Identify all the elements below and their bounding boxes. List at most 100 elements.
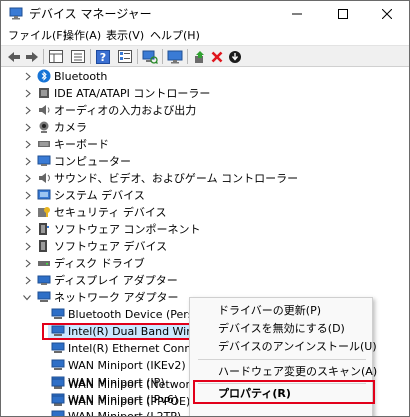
minimize-icon <box>292 13 302 15</box>
tree-category-label: サウンド、ビデオ、およびゲーム コントローラー <box>54 172 299 185</box>
tree-device-label: WAN Miniport (IKEv2) <box>68 359 186 372</box>
update-driver-button[interactable] <box>191 48 209 65</box>
tree-category-camera[interactable]: カメラ <box>1 119 409 136</box>
download-icon <box>229 50 241 63</box>
minimize-button[interactable] <box>275 1 319 27</box>
speaker-icon <box>39 105 50 115</box>
toolbar-separator <box>137 49 138 64</box>
chevron-right-icon[interactable] <box>24 259 32 268</box>
ctx-uninstall-device[interactable]: デバイスのアンインストール(U) <box>218 339 377 355</box>
device-manager-icon <box>9 7 23 20</box>
help-icon: ? <box>96 49 110 64</box>
tree-category-computer[interactable]: コンピューター <box>1 153 409 170</box>
menu-help[interactable]: ヘルプ(H) <box>150 28 200 44</box>
close-button[interactable] <box>365 1 409 27</box>
tree-category-keyboard[interactable]: キーボード <box>1 136 409 153</box>
chevron-right-icon[interactable] <box>24 106 32 115</box>
details-view-icon <box>118 50 132 63</box>
menu-file[interactable]: ファイル(F) <box>8 28 67 44</box>
title-bar[interactable]: デバイス マネージャー <box>1 1 409 27</box>
ctx-disable-device[interactable]: デバイスを無効にする(D) <box>218 321 345 337</box>
chevron-right-icon[interactable] <box>24 123 32 132</box>
details-view-button[interactable] <box>116 48 134 65</box>
chevron-right-icon[interactable] <box>24 157 32 166</box>
tree-category-label: コンピューター <box>54 155 131 168</box>
chevron-right-icon[interactable] <box>24 208 32 217</box>
menu-action[interactable]: 操作(A) <box>63 28 101 44</box>
scan-hardware-button[interactable] <box>141 48 159 65</box>
forward-arrow-icon <box>26 51 38 62</box>
tree-category-label: IDE ATA/ATAPI コントローラー <box>54 87 211 100</box>
tree-device-label: WAN Miniport (PPPOE) <box>68 395 191 408</box>
disk-drive-icon <box>38 261 50 266</box>
uninstall-x-icon <box>211 51 223 62</box>
network-adapter-icon <box>51 325 65 336</box>
tree-category-software-components[interactable]: ソフトウェア コンポーネント <box>1 221 409 238</box>
tree-category-label: カメラ <box>54 121 87 134</box>
ctx-scan-hardware[interactable]: ハードウェア変更のスキャン(A) <box>218 364 377 380</box>
tree-category-system-devices[interactable]: システム デバイス <box>1 187 409 204</box>
maximize-icon <box>338 9 348 19</box>
tree-category-display-adapters[interactable]: ディスプレイ アダプター <box>1 272 409 289</box>
ctx-properties[interactable]: プロパティ(R) <box>218 386 291 402</box>
svg-text:?: ? <box>100 51 106 64</box>
window-title: デバイス マネージャー <box>29 7 152 21</box>
display-adapter-icon <box>37 275 51 285</box>
network-adapter-icon <box>51 342 65 353</box>
back-button[interactable] <box>5 48 23 65</box>
monitor-button[interactable] <box>166 48 184 65</box>
chevron-right-icon[interactable] <box>24 72 32 81</box>
chevron-right-icon[interactable] <box>24 191 32 200</box>
chevron-right-icon[interactable] <box>24 242 32 251</box>
toolbar-separator <box>162 49 163 64</box>
chevron-down-icon[interactable] <box>23 293 31 302</box>
tree-category-ide[interactable]: IDE ATA/ATAPI コントローラー <box>1 85 409 102</box>
tree-category-audio-io[interactable]: オーディオの入力および出力 <box>1 102 409 119</box>
software-component-icon <box>39 223 49 235</box>
keyboard-icon <box>38 141 50 147</box>
chevron-right-icon[interactable] <box>24 225 32 234</box>
computer-scan-icon <box>142 50 158 64</box>
maximize-button[interactable] <box>321 1 365 27</box>
camera-icon <box>39 121 49 133</box>
tree-category-label: ソフトウェア デバイス <box>54 240 168 253</box>
toolbar-separator <box>90 49 91 64</box>
tree-category-label: Bluetooth <box>54 70 108 83</box>
ctx-update-driver[interactable]: ドライバーの更新(P) <box>218 303 321 319</box>
tree-category-bluetooth[interactable]: Bluetooth <box>1 68 409 85</box>
network-adapter-icon <box>51 359 65 370</box>
sound-icon <box>39 173 50 183</box>
list-view-button[interactable] <box>69 48 87 65</box>
forward-button[interactable] <box>23 48 41 65</box>
tree-category-software-devices[interactable]: ソフトウェア デバイス <box>1 238 409 255</box>
tree-category-security-devices[interactable]: セキュリティ デバイス <box>1 204 409 221</box>
tree-category-sound-video-game[interactable]: サウンド、ビデオ、およびゲーム コントローラー <box>1 170 409 187</box>
security-device-icon <box>38 207 50 217</box>
bluetooth-icon <box>37 69 51 83</box>
network-adapter-icon <box>51 410 65 416</box>
close-icon <box>382 9 392 19</box>
toolbar: ? <box>1 45 409 67</box>
ctx-separator <box>198 359 366 360</box>
computer-icon <box>37 155 51 166</box>
system-device-icon <box>37 189 51 200</box>
software-device-icon <box>39 240 47 252</box>
network-adapter-icon <box>51 395 65 406</box>
properties-grid-button[interactable] <box>47 48 65 65</box>
uninstall-button[interactable] <box>208 48 226 65</box>
chevron-right-icon[interactable] <box>24 276 32 285</box>
network-adapter-icon <box>51 378 65 389</box>
tree-category-label: ソフトウェア コンポーネント <box>54 223 201 236</box>
chevron-right-icon[interactable] <box>24 140 32 149</box>
monitor-icon <box>167 50 183 63</box>
help-button[interactable]: ? <box>94 48 112 65</box>
tree-category-label: セキュリティ デバイス <box>54 206 167 219</box>
ide-controller-icon <box>39 88 49 98</box>
context-menu: ドライバーの更新(P) デバイスを無効にする(D) デバイスのアンインストール(… <box>189 297 377 416</box>
download-button[interactable] <box>226 48 244 65</box>
chevron-right-icon[interactable] <box>24 174 32 183</box>
network-adapter-icon <box>37 291 51 302</box>
tree-category-disk-drives[interactable]: ディスク ドライブ <box>1 255 409 272</box>
chevron-right-icon[interactable] <box>24 89 32 98</box>
menu-view[interactable]: 表示(V) <box>106 28 144 44</box>
